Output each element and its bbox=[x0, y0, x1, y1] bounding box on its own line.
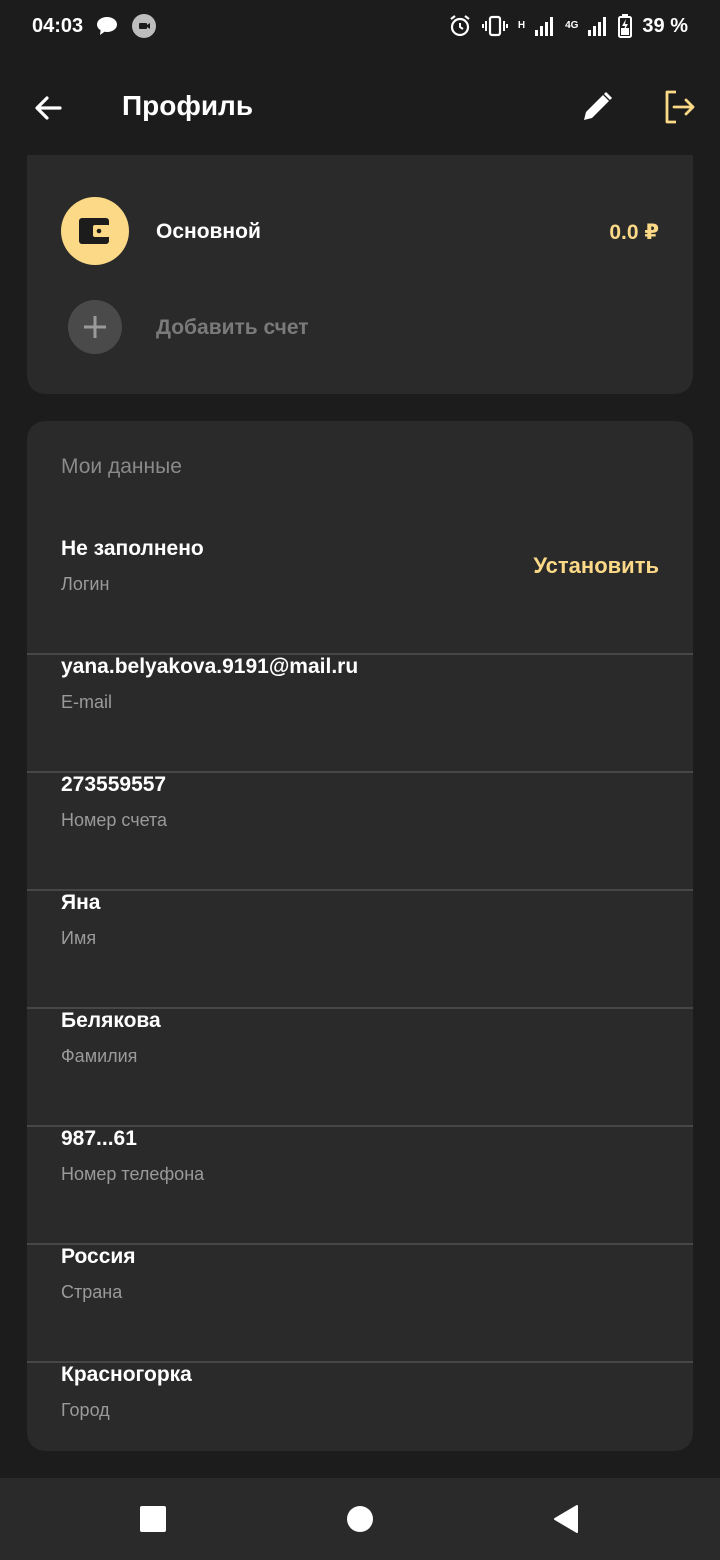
field-account-number[interactable]: 273559557 Номер счета bbox=[27, 773, 693, 891]
network-type-h: H bbox=[517, 20, 526, 31]
field-label: Номер телефона bbox=[61, 1164, 205, 1184]
battery-charging-icon bbox=[618, 14, 633, 38]
field-label: Страна bbox=[61, 1282, 123, 1302]
accounts-card: Основной 0.0 ₽ Добавить счет bbox=[27, 155, 693, 394]
home-button[interactable] bbox=[347, 1506, 373, 1532]
field-value: Красногорка bbox=[61, 1363, 192, 1386]
alarm-icon bbox=[448, 14, 472, 38]
page-title: Профиль bbox=[122, 90, 254, 121]
field-label: E-mail bbox=[61, 692, 113, 712]
account-name: Основной bbox=[156, 220, 261, 243]
field-label: Логин bbox=[61, 574, 110, 594]
system-nav-bar bbox=[0, 1478, 720, 1560]
field-label: Имя bbox=[61, 928, 97, 948]
wallet-icon bbox=[61, 197, 129, 265]
field-value: 273559557 bbox=[61, 773, 167, 796]
back-button[interactable] bbox=[28, 84, 68, 132]
field-value: Белякова bbox=[61, 1009, 161, 1032]
battery-percent: 39 % bbox=[642, 14, 688, 37]
account-row-main[interactable]: Основной 0.0 ₽ bbox=[27, 197, 693, 267]
field-first-name[interactable]: Яна Имя bbox=[27, 891, 693, 1009]
field-login[interactable]: Не заполнено Логин Установить bbox=[27, 537, 693, 655]
set-login-button[interactable]: Установить bbox=[533, 553, 659, 579]
network-type-4g: 4G bbox=[565, 20, 579, 31]
account-balance: 0.0 ₽ bbox=[609, 221, 659, 244]
field-phone[interactable]: 987...61 Номер телефона bbox=[27, 1127, 693, 1245]
field-city[interactable]: Красногорка Город bbox=[27, 1363, 693, 1481]
arrow-left-icon bbox=[35, 96, 62, 120]
field-label: Номер счета bbox=[61, 810, 168, 830]
field-value: Яна bbox=[61, 891, 101, 914]
chat-bubble-icon bbox=[95, 15, 119, 37]
field-value: 987...61 bbox=[61, 1127, 137, 1150]
field-country[interactable]: Россия Страна bbox=[27, 1245, 693, 1363]
recording-icon bbox=[131, 13, 157, 39]
status-bar: 04:03 H 4G 39 % bbox=[0, 0, 720, 52]
signal-strength-icon-2 bbox=[588, 16, 608, 36]
plus-icon bbox=[68, 300, 122, 354]
logout-button[interactable] bbox=[656, 84, 702, 130]
status-left: 04:03 bbox=[32, 13, 157, 39]
pencil-icon bbox=[584, 91, 613, 120]
field-label: Город bbox=[61, 1400, 110, 1420]
status-right: H 4G 39 % bbox=[448, 14, 688, 38]
field-value: Россия bbox=[61, 1245, 136, 1268]
add-account-button[interactable]: Добавить счет bbox=[27, 300, 693, 356]
vibrate-icon bbox=[481, 15, 508, 37]
edit-button[interactable] bbox=[574, 84, 620, 130]
field-email[interactable]: yana.belyakova.9191@mail.ru E-mail bbox=[27, 655, 693, 773]
field-value: yana.belyakova.9191@mail.ru bbox=[61, 655, 359, 678]
signal-strength-icon bbox=[535, 16, 555, 36]
add-account-label: Добавить счет bbox=[156, 316, 309, 339]
section-title: Мои данные bbox=[61, 455, 182, 478]
recents-button[interactable] bbox=[140, 1506, 166, 1532]
back-nav-button[interactable] bbox=[553, 1504, 579, 1534]
my-data-card: Мои данные Не заполнено Логин Установить… bbox=[27, 421, 693, 1451]
status-time: 04:03 bbox=[32, 14, 84, 37]
app-header: Профиль bbox=[0, 62, 720, 154]
field-value: Не заполнено bbox=[61, 537, 204, 560]
profile-screen: 04:03 H 4G 39 % Профиль Основной 0.0 ₽ Д… bbox=[0, 0, 720, 1560]
field-label: Фамилия bbox=[61, 1046, 138, 1066]
field-last-name[interactable]: Белякова Фамилия bbox=[27, 1009, 693, 1127]
logout-icon bbox=[665, 90, 695, 124]
